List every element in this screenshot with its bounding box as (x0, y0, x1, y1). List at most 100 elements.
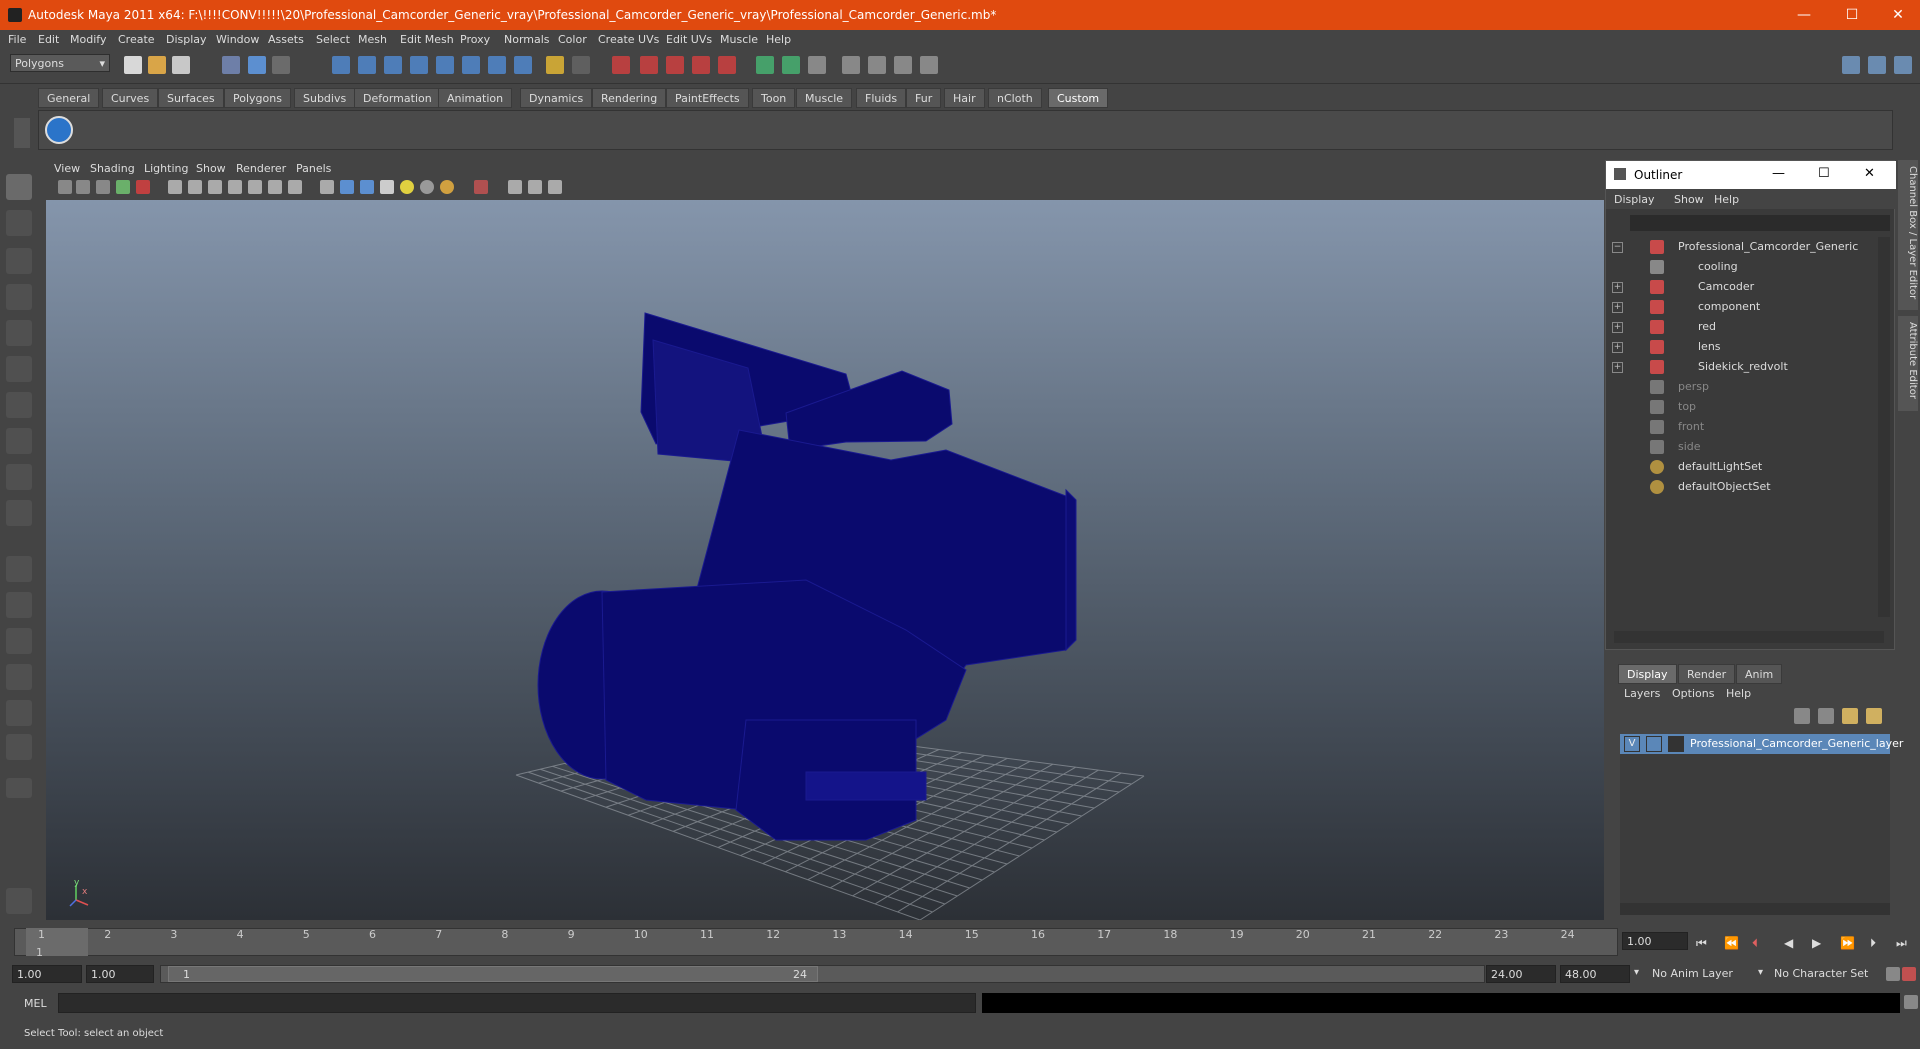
tab-painteffects[interactable]: PaintEffects (666, 88, 749, 108)
layer-menu-help[interactable]: Help (1726, 687, 1751, 700)
new-layer-selected-icon[interactable] (1866, 708, 1882, 724)
outliner-layout-icon[interactable] (6, 628, 32, 654)
dope-sheet-icon[interactable] (894, 56, 912, 74)
menu-edit[interactable]: Edit (38, 33, 59, 46)
render-settings-icon[interactable] (808, 56, 826, 74)
resolution-gate-icon[interactable] (208, 180, 222, 194)
vp-menu-show[interactable]: Show (196, 162, 226, 175)
tab-channel-box[interactable]: Channel Box / Layer Editor (1898, 160, 1918, 310)
tab-rendering[interactable]: Rendering (592, 88, 667, 108)
animation-start-field[interactable]: 1.00 (12, 965, 82, 983)
scale-tool-icon[interactable] (6, 356, 32, 382)
history-icon[interactable] (488, 56, 506, 74)
tab-custom[interactable]: Custom (1048, 88, 1109, 108)
show-attribute-editor-icon[interactable] (1842, 56, 1860, 74)
outliner-menu-show[interactable]: Show (1674, 193, 1704, 206)
four-pane-layout-icon[interactable] (6, 592, 32, 618)
snap-grid-icon[interactable] (332, 56, 350, 74)
smooth-shade-icon[interactable] (340, 180, 354, 194)
camera-attributes-icon[interactable] (76, 180, 90, 194)
rotate-tool-icon[interactable] (6, 320, 32, 346)
tab-ncloth[interactable]: nCloth (988, 88, 1042, 108)
outliner-menu-help[interactable]: Help (1714, 193, 1739, 206)
close-button[interactable]: ✕ (1876, 0, 1920, 30)
auto-key-icon[interactable] (1886, 967, 1900, 981)
share-icon[interactable] (548, 180, 562, 194)
collapse-icon[interactable]: − (1612, 242, 1623, 253)
layer-visibility-toggle[interactable]: V (1624, 736, 1640, 752)
animation-end-field[interactable]: 48.00 (1560, 965, 1630, 983)
quick-layout-icon[interactable] (6, 888, 32, 914)
perspective-viewport[interactable]: y x (46, 160, 1604, 920)
single-pane-layout-icon[interactable] (6, 556, 32, 582)
magnet-curve-icon[interactable] (640, 56, 658, 74)
show-tool-settings-icon[interactable] (1868, 56, 1886, 74)
camera-lock-icon[interactable] (136, 180, 150, 194)
image-plane-icon[interactable] (116, 180, 130, 194)
check-icon[interactable] (45, 116, 73, 144)
graph-editor-icon[interactable] (868, 56, 886, 74)
magnet-surface-icon[interactable] (692, 56, 710, 74)
chevron-down-icon[interactable]: ▾ (1634, 967, 1639, 978)
move-tool-icon[interactable] (6, 284, 32, 310)
outliner-item-default-light-set[interactable]: defaultLightSet (1606, 457, 1876, 477)
textured-icon[interactable] (380, 180, 394, 194)
tab-general[interactable]: General (38, 88, 100, 108)
outliner-item-sidekick-redvolt[interactable]: + Sidekick_redvolt (1606, 357, 1876, 377)
tab-dynamics[interactable]: Dynamics (520, 88, 593, 108)
command-language-label[interactable]: MEL (24, 997, 47, 1010)
expand-icon[interactable]: + (1612, 302, 1623, 313)
uv-layout-icon[interactable] (6, 734, 32, 760)
film-gate-icon[interactable] (188, 180, 202, 194)
minimize-button[interactable]: — (1782, 0, 1826, 30)
menu-color[interactable]: Color (558, 33, 587, 46)
wireframe-on-shaded-icon[interactable] (360, 180, 374, 194)
step-forward-key-button[interactable]: ⏩ (1840, 936, 1855, 950)
outliner-item-camcoder[interactable]: + Camcoder (1606, 277, 1876, 297)
tab-fluids[interactable]: Fluids (856, 88, 907, 108)
layer-menu-layers[interactable]: Layers (1624, 687, 1660, 700)
default-light-icon[interactable] (400, 180, 414, 194)
all-lights-icon[interactable] (420, 180, 434, 194)
go-to-start-button[interactable]: ⏮ (1696, 936, 1707, 951)
step-forward-frame-button[interactable]: ⏵ (1870, 936, 1876, 951)
current-time-field[interactable]: 1.00 (1622, 932, 1688, 950)
animation-preferences-icon[interactable] (1902, 967, 1916, 981)
play-backwards-button[interactable]: ◀ (1784, 936, 1793, 950)
input-ops-icon[interactable] (572, 56, 590, 74)
range-slider-handle[interactable]: 1 24 (168, 966, 818, 982)
time-slider[interactable]: 1 1 2 3 4 5 6 7 8 9 10 11 12 13 14 15 16 17 18 19 20 21 22 23 2… (0, 924, 1920, 960)
snap-surface-icon[interactable] (436, 56, 454, 74)
gate-mask-icon[interactable] (228, 180, 242, 194)
tab-display-layers[interactable]: Display (1618, 664, 1677, 684)
tab-polygons[interactable]: Polygons (224, 88, 291, 108)
menu-file[interactable]: File (8, 33, 26, 46)
time-slider-track[interactable] (14, 928, 1618, 956)
show-channel-box-icon[interactable] (1894, 56, 1912, 74)
layer-horizontal-scrollbar[interactable] (1620, 903, 1890, 915)
field-chart-icon[interactable] (248, 180, 262, 194)
outliner-item-persp[interactable]: persp (1606, 377, 1876, 397)
menu-create-uvs[interactable]: Create UVs (598, 33, 659, 46)
show-manipulator-icon[interactable] (6, 464, 32, 490)
menu-edit-uvs[interactable]: Edit UVs (666, 33, 712, 46)
anim-layer-dropdown[interactable]: No Anim Layer (1648, 965, 1756, 983)
manipulator-tool-icon[interactable] (6, 392, 32, 418)
menu-display[interactable]: Display (166, 33, 207, 46)
menu-assets[interactable]: Assets (268, 33, 304, 46)
tab-subdivs[interactable]: Subdivs (294, 88, 356, 108)
isolate-select-icon[interactable] (508, 180, 522, 194)
tab-animation[interactable]: Animation (438, 88, 513, 108)
menu-edit-mesh[interactable]: Edit Mesh (400, 33, 454, 46)
outliner-minimize-button[interactable]: — (1772, 166, 1785, 181)
save-scene-icon[interactable] (172, 56, 190, 74)
graph-layout-icon[interactable] (6, 664, 32, 690)
ipr-render-icon[interactable] (782, 56, 800, 74)
magnet-point-icon[interactable] (666, 56, 684, 74)
layout-options-icon[interactable] (6, 778, 32, 798)
tab-hair[interactable]: Hair (944, 88, 985, 108)
bookmark-icon[interactable] (96, 180, 110, 194)
menu-create[interactable]: Create (118, 33, 155, 46)
command-input[interactable] (58, 993, 976, 1013)
outliner-horizontal-scrollbar[interactable] (1614, 631, 1884, 643)
